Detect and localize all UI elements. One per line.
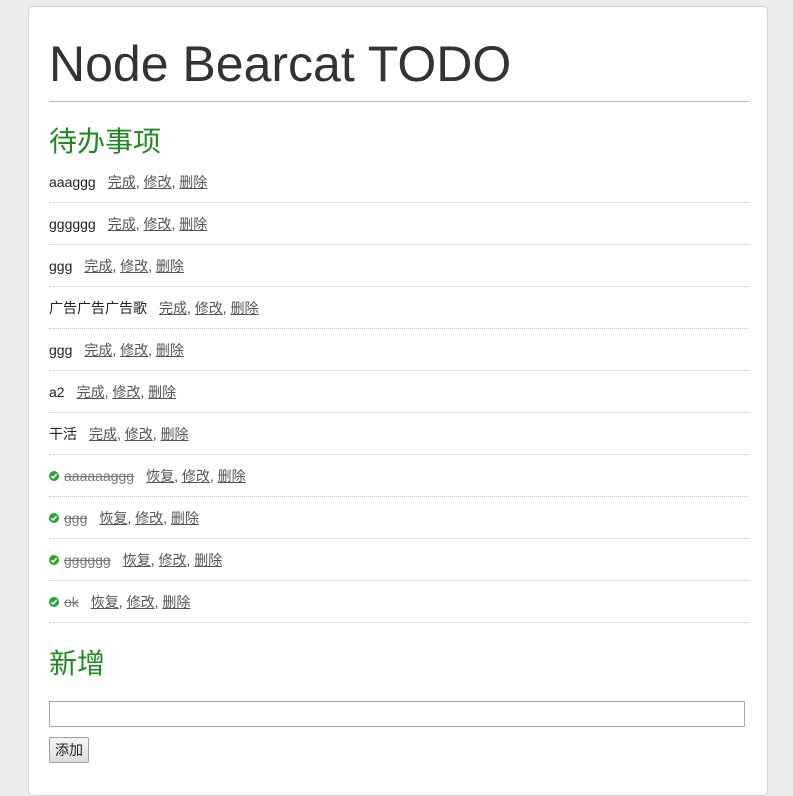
separator: ,: [209, 467, 218, 484]
delete-link[interactable]: 删除: [161, 426, 189, 442]
delete-link[interactable]: 删除: [194, 552, 222, 568]
separator: ,: [117, 425, 125, 442]
separator: ,: [118, 593, 127, 610]
pending-heading: 待办事项: [49, 125, 162, 158]
todo-text: aaaggg: [49, 173, 96, 190]
todo-text: 广告广告广告歌: [49, 299, 147, 316]
complete-link[interactable]: 完成: [108, 216, 136, 232]
edit-link[interactable]: 修改: [127, 594, 155, 610]
separator: ,: [135, 173, 144, 190]
separator: ,: [174, 467, 182, 484]
restore-link[interactable]: 恢复: [123, 552, 151, 568]
todo-actions: 恢复, 修改, 删除: [146, 466, 246, 486]
edit-link[interactable]: 修改: [182, 468, 210, 484]
add-heading: 新增: [49, 647, 106, 680]
separator: ,: [140, 383, 149, 400]
restore-link[interactable]: 恢复: [91, 594, 119, 610]
todo-actions: 恢复, 修改, 删除: [123, 550, 223, 570]
delete-link[interactable]: 删除: [231, 300, 259, 316]
new-todo-input[interactable]: [49, 701, 745, 727]
todo-actions: 完成, 修改, 删除: [108, 172, 208, 192]
todo-item: ggg 恢复, 修改, 删除: [49, 497, 749, 539]
todo-item: aaaggg 完成, 修改, 删除: [49, 161, 749, 203]
todo-item: ggg 完成, 修改, 删除: [49, 245, 749, 287]
todo-actions: 完成, 修改, 删除: [77, 382, 177, 402]
todo-text: ggg: [49, 341, 73, 358]
restore-link[interactable]: 恢复: [146, 468, 174, 484]
todo-text: 干活: [49, 425, 77, 442]
restore-link[interactable]: 恢复: [99, 510, 127, 526]
todo-item: a2 完成, 修改, 删除: [49, 371, 749, 413]
todo-actions: 完成, 修改, 删除: [159, 298, 259, 318]
todo-text: ggg: [64, 509, 88, 526]
edit-link[interactable]: 修改: [125, 426, 153, 442]
check-circle-icon: [49, 596, 59, 607]
edit-link[interactable]: 修改: [195, 300, 223, 316]
todo-item: ok 恢复, 修改, 删除: [49, 581, 749, 623]
content: Node Bearcat TODO 待办事项 aaaggg 完成, 修改, 删除 g…: [49, 7, 749, 763]
separator: ,: [163, 509, 171, 526]
complete-link[interactable]: 完成: [108, 174, 136, 190]
todo-text: ggg: [49, 257, 73, 274]
delete-link[interactable]: 删除: [179, 216, 207, 232]
todo-text: a2: [49, 383, 65, 400]
complete-link[interactable]: 完成: [89, 426, 117, 442]
complete-link[interactable]: 完成: [159, 300, 187, 316]
delete-link[interactable]: 删除: [156, 258, 184, 274]
separator: ,: [148, 257, 156, 274]
separator: ,: [150, 551, 159, 568]
todo-actions: 恢复, 修改, 删除: [91, 592, 191, 612]
delete-link[interactable]: 删除: [179, 174, 207, 190]
separator: ,: [152, 425, 161, 442]
separator: ,: [112, 257, 121, 274]
complete-link[interactable]: 完成: [84, 258, 112, 274]
todo-item: gggggg 完成, 修改, 删除: [49, 203, 749, 245]
delete-link[interactable]: 删除: [162, 594, 190, 610]
delete-link[interactable]: 删除: [156, 342, 184, 358]
todo-item: 干活 完成, 修改, 删除: [49, 413, 749, 455]
edit-link[interactable]: 修改: [135, 510, 163, 526]
todo-text: gggggg: [64, 551, 111, 568]
complete-link[interactable]: 完成: [77, 384, 105, 400]
delete-link[interactable]: 删除: [171, 510, 199, 526]
edit-link[interactable]: 修改: [112, 384, 140, 400]
page-title: Node Bearcat TODO: [49, 7, 749, 102]
todo-item: aaaaaaggg 恢复, 修改, 删除: [49, 455, 749, 497]
check-circle-icon: [49, 554, 59, 565]
todo-list: aaaggg 完成, 修改, 删除 gggggg 完成, 修改, 删除 ggg 完成, 修…: [49, 161, 749, 623]
separator: ,: [222, 299, 231, 316]
edit-link[interactable]: 修改: [144, 174, 172, 190]
todo-text: ok: [64, 593, 79, 610]
separator: ,: [127, 509, 136, 526]
separator: ,: [135, 215, 144, 232]
todo-item: 广告广告广告歌 完成, 修改, 删除: [49, 287, 749, 329]
complete-link[interactable]: 完成: [84, 342, 112, 358]
edit-link[interactable]: 修改: [159, 552, 187, 568]
main-card: Node Bearcat TODO 待办事项 aaaggg 完成, 修改, 删除 g…: [28, 6, 768, 796]
todo-actions: 完成, 修改, 删除: [89, 424, 189, 444]
todo-item: gggggg 恢复, 修改, 删除: [49, 539, 749, 581]
todo-text: gggggg: [49, 215, 96, 232]
todo-text: aaaaaaggg: [64, 467, 135, 484]
delete-link[interactable]: 删除: [148, 384, 176, 400]
todo-item: ggg 完成, 修改, 删除: [49, 329, 749, 371]
todo-actions: 完成, 修改, 删除: [108, 214, 208, 234]
delete-link[interactable]: 删除: [218, 468, 246, 484]
separator: ,: [112, 341, 121, 358]
add-button[interactable]: 添加: [49, 737, 89, 763]
separator: ,: [187, 299, 195, 316]
edit-link[interactable]: 修改: [144, 216, 172, 232]
todo-actions: 完成, 修改, 删除: [84, 340, 184, 360]
separator: ,: [148, 341, 156, 358]
check-circle-icon: [49, 512, 59, 523]
todo-actions: 完成, 修改, 删除: [84, 256, 184, 276]
edit-link[interactable]: 修改: [120, 342, 148, 358]
todo-actions: 恢复, 修改, 删除: [99, 508, 199, 528]
check-circle-icon: [49, 470, 59, 481]
edit-link[interactable]: 修改: [120, 258, 148, 274]
